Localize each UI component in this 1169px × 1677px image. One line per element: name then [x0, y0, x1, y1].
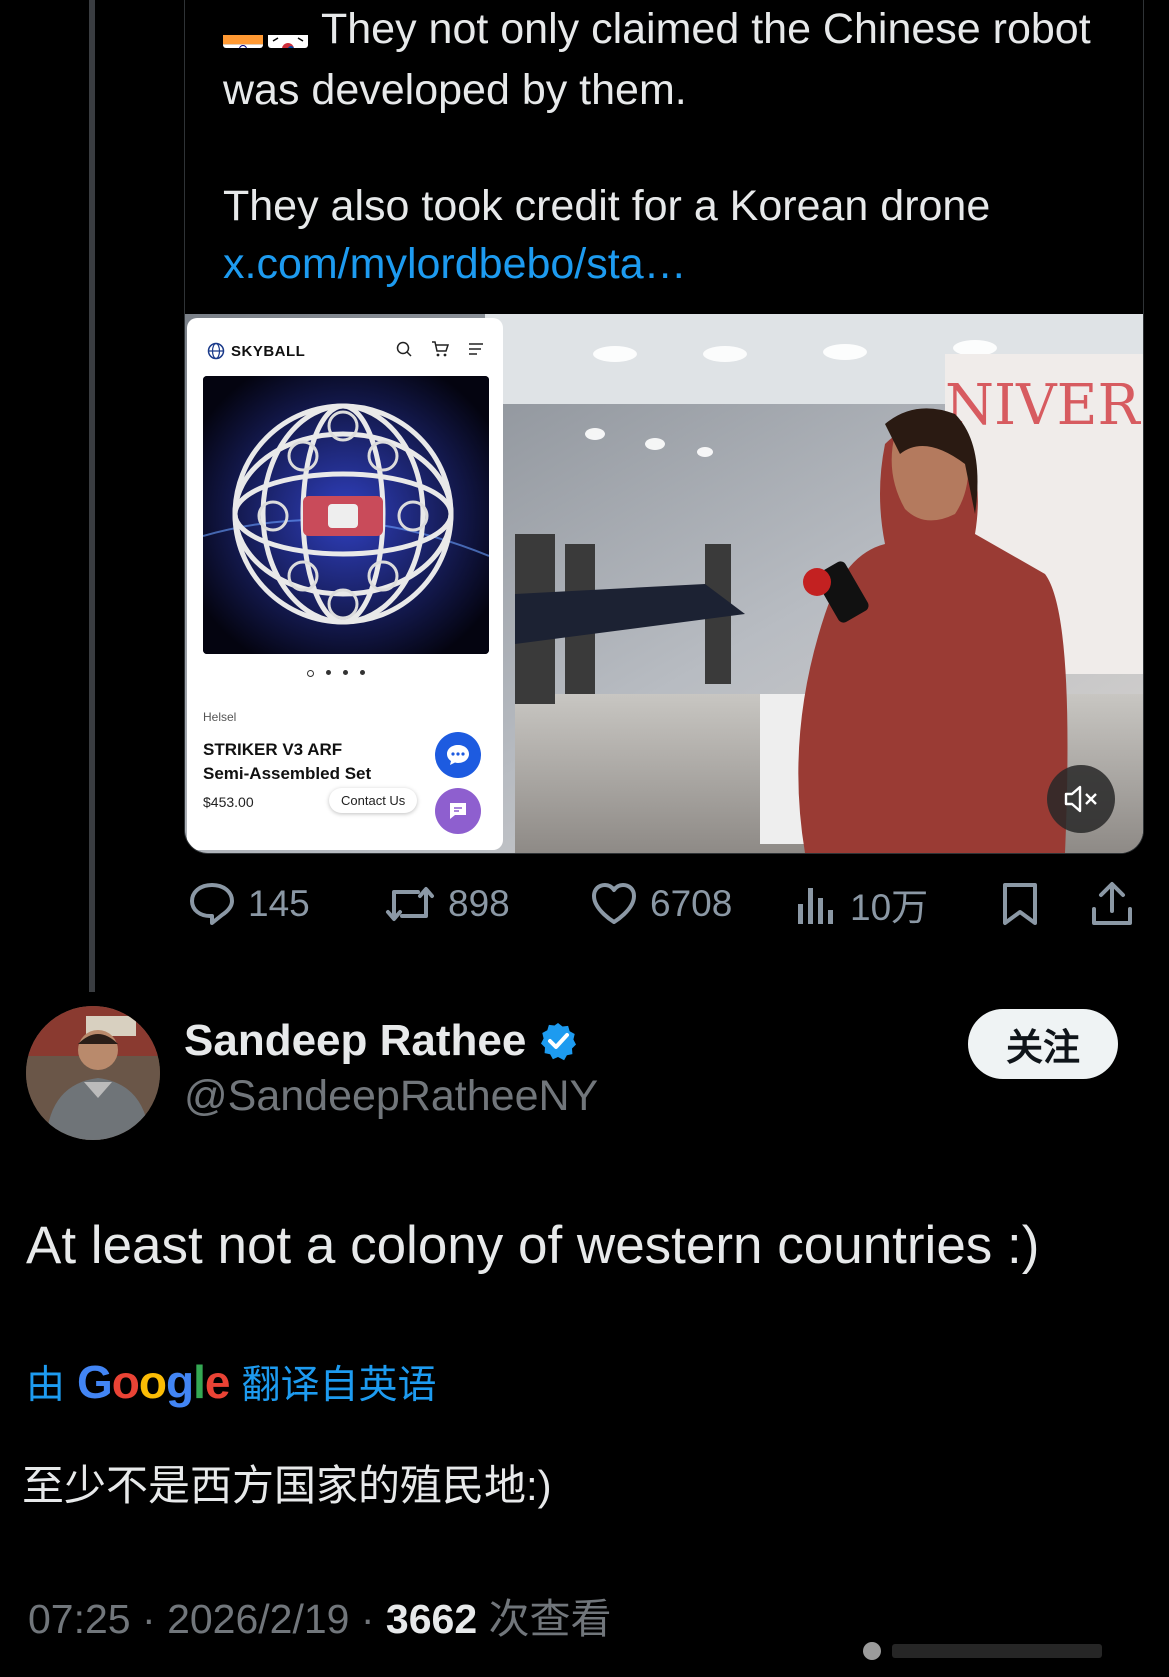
reply-button[interactable]: 145: [188, 876, 310, 932]
mute-toggle-button[interactable]: [1047, 765, 1115, 833]
site-brand: SKYBALL: [207, 342, 305, 360]
product-name: STRIKER V3 ARF Semi-Assembled Set: [203, 738, 403, 786]
share-icon: [1092, 882, 1132, 925]
translate-suffix: 翻译自英语: [241, 1364, 437, 1407]
message-icon: [435, 788, 481, 834]
author-handle[interactable]: @SandeepRatheeNY: [184, 1072, 598, 1121]
bookmark-icon: [1003, 883, 1037, 925]
follow-button[interactable]: 关注: [968, 1009, 1118, 1079]
tweet-meta: 07:25 · 2026/2/19 · 3662 次查看: [28, 1596, 612, 1642]
cart-icon: [431, 340, 450, 358]
booth-sign-text: NIVERSI: [945, 373, 1143, 438]
repost-icon: [386, 887, 434, 921]
translation-attribution[interactable]: 由 Google 翻译自英语: [26, 1354, 437, 1410]
quoted-tweet-link[interactable]: x.com/mylordbebo/sta…: [223, 240, 687, 288]
product-price: $453.00: [203, 794, 254, 810]
bookmark-button[interactable]: [1000, 876, 1040, 932]
globe-icon: [207, 342, 225, 360]
product-name-line2: Semi-Assembled Set: [203, 764, 372, 783]
author-name-text: Sandeep Rathee: [184, 1016, 527, 1065]
product-name-line1: STRIKER V3 ARF: [203, 740, 343, 759]
quoted-tweet-card[interactable]: They not only claimed the Chinese robot …: [184, 0, 1144, 854]
author-avatar[interactable]: [26, 1006, 160, 1140]
repost-button[interactable]: 898: [384, 876, 510, 932]
product-brand: Helsel: [203, 710, 237, 724]
tweet-view-count: 3662: [385, 1596, 478, 1642]
author-name[interactable]: Sandeep Rathee: [184, 1016, 578, 1066]
speaker-muted-icon: [1064, 785, 1097, 813]
quoted-tweet-line1: They not only claimed the Chinese robot …: [223, 5, 1091, 114]
chat-bubble-icon: [435, 732, 481, 778]
site-brand-label: SKYBALL: [231, 342, 306, 360]
thread-connector-line: [89, 0, 95, 992]
south-korea-flag-icon: [268, 20, 308, 49]
contact-us-label: Contact Us: [329, 788, 418, 813]
like-button[interactable]: 6708: [590, 876, 732, 932]
tweet-action-bar: 145 898 6708 10万: [184, 876, 1142, 932]
india-flag-icon: [223, 20, 263, 49]
quoted-tweet-line2: They also took credit for a Korean drone: [223, 181, 991, 230]
tweet-date[interactable]: 2026/2/19: [167, 1596, 349, 1642]
share-button[interactable]: [1090, 876, 1134, 932]
drone-product-image: [203, 376, 489, 654]
search-icon: [395, 340, 413, 358]
menu-icon: [467, 340, 485, 358]
phone-header-icons: [395, 340, 485, 358]
translated-text: 至少不是西方国家的殖民地:): [22, 1462, 552, 1509]
verified-badge-icon: [541, 1023, 577, 1061]
like-count: 6708: [650, 883, 733, 924]
flag-icons: [223, 3, 313, 61]
google-logo: Google: [77, 1356, 230, 1408]
tweet-time[interactable]: 07:25: [28, 1596, 131, 1642]
quoted-tweet-text: They not only claimed the Chinese robot …: [223, 0, 1103, 293]
views-button[interactable]: 10万: [796, 876, 928, 932]
reply-icon: [190, 883, 234, 925]
carousel-dots: [307, 670, 365, 677]
watermark: [858, 1636, 1118, 1666]
analytics-bars-icon: [798, 888, 833, 924]
reply-count: 145: [248, 883, 310, 924]
heart-icon: [592, 883, 636, 924]
repost-count: 898: [448, 883, 510, 924]
video-media[interactable]: NIVERSI SKYBALL: [185, 314, 1143, 853]
product-screenshot-overlay: SKYBALL Helsel STRIKER V3 ARF Semi-Assem…: [187, 318, 503, 850]
translate-prefix: 由: [26, 1364, 66, 1407]
reply-tweet-text: At least not a colony of western countri…: [26, 1216, 1040, 1275]
tweet-view-label: 次查看: [488, 1596, 612, 1642]
view-count: 10万: [850, 887, 929, 928]
